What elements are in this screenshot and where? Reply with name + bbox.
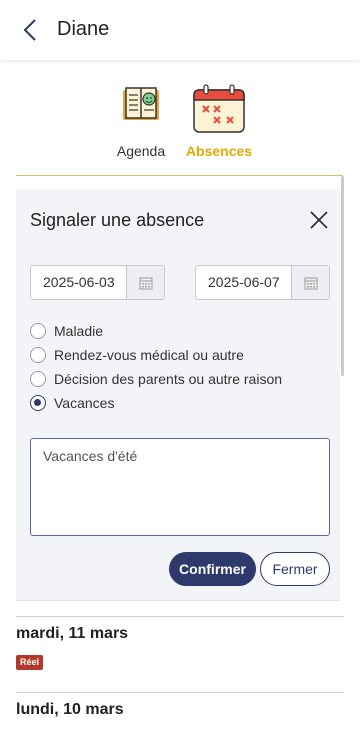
back-button[interactable] bbox=[14, 14, 46, 46]
start-date-picker-button[interactable] bbox=[126, 266, 164, 299]
reason-option-rendez-vous[interactable]: Rendez-vous médical ou autre bbox=[30, 345, 244, 365]
calendar-icon bbox=[139, 277, 152, 289]
report-absence-panel: Signaler une absence 2025-06-03 2025-06-… bbox=[16, 189, 340, 601]
radio-button-checked[interactable] bbox=[30, 395, 46, 411]
panel-title: Signaler une absence bbox=[30, 210, 205, 230]
reason-option-decision-parents[interactable]: Décision des parents ou autre raison bbox=[30, 369, 282, 389]
reason-label: Maladie bbox=[54, 323, 104, 339]
status-badge: Réel bbox=[16, 655, 44, 670]
start-date-field[interactable]: 2025-06-03 bbox=[30, 265, 165, 300]
end-date-input[interactable]: 2025-06-07 bbox=[196, 266, 291, 299]
tab-absences[interactable]: Absences bbox=[179, 80, 259, 160]
end-date-picker-button[interactable] bbox=[291, 266, 329, 299]
reason-option-vacances[interactable]: Vacances bbox=[30, 393, 114, 413]
reason-label: Décision des parents ou autre raison bbox=[54, 371, 283, 387]
app-header: Diane bbox=[0, 0, 360, 60]
radio-button[interactable] bbox=[30, 323, 46, 339]
close-icon bbox=[310, 211, 328, 229]
end-date-field[interactable]: 2025-06-07 bbox=[195, 265, 330, 300]
reason-label: Vacances bbox=[54, 395, 115, 411]
page-title: Diane bbox=[57, 18, 110, 40]
radio-button[interactable] bbox=[30, 347, 46, 363]
tab-underline bbox=[16, 175, 343, 176]
tab-agenda-label: Agenda bbox=[116, 143, 166, 159]
reason-option-maladie[interactable]: Maladie bbox=[30, 321, 103, 341]
close-button[interactable]: Fermer bbox=[260, 552, 330, 586]
close-panel-button[interactable] bbox=[306, 207, 332, 233]
divider bbox=[16, 616, 344, 617]
chevron-left-icon bbox=[23, 19, 36, 41]
day-heading: mardi, 11 mars bbox=[16, 625, 129, 642]
calendar-icon bbox=[304, 277, 317, 289]
confirm-button[interactable]: Confirmer bbox=[169, 552, 256, 586]
divider bbox=[16, 692, 344, 693]
notebook-smiley-icon bbox=[119, 84, 163, 129]
tab-absences-label: Absences bbox=[185, 143, 253, 159]
calendar-cross-icon bbox=[192, 84, 246, 139]
day-heading: lundi, 10 mars bbox=[16, 701, 124, 718]
tab-bar: Agenda Absences bbox=[0, 80, 360, 170]
comment-textarea[interactable]: Vacances d'été bbox=[30, 438, 330, 536]
reason-label: Rendez-vous médical ou autre bbox=[54, 347, 244, 363]
tab-agenda[interactable]: Agenda bbox=[101, 80, 181, 160]
start-date-input[interactable]: 2025-06-03 bbox=[31, 266, 126, 299]
radio-button[interactable] bbox=[30, 371, 46, 387]
scrollbar[interactable] bbox=[341, 176, 344, 376]
